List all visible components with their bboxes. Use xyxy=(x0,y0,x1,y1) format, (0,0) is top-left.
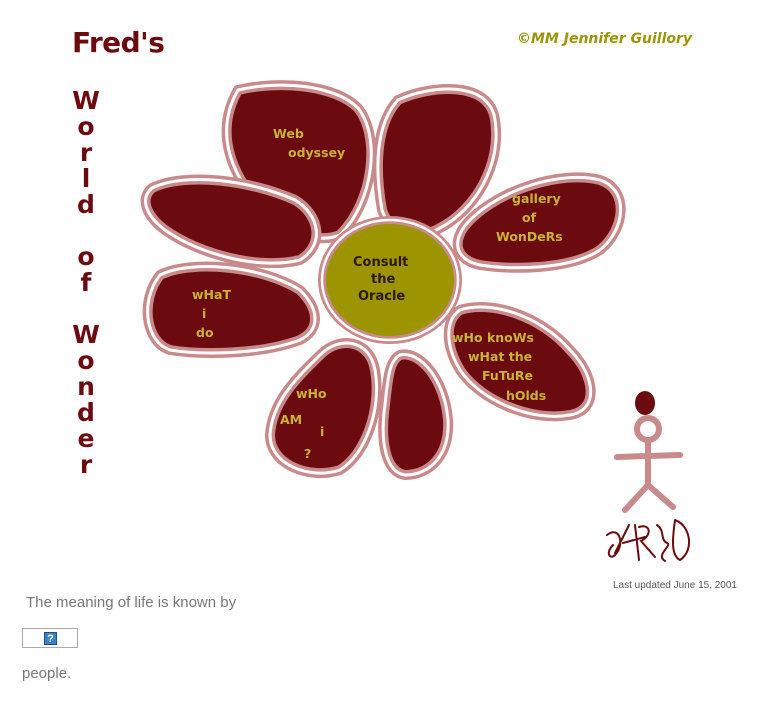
petal-label-what: do xyxy=(196,325,214,340)
vertical-letter: W xyxy=(72,86,100,115)
fred-signature xyxy=(606,519,690,562)
petal-label-web: Web xyxy=(273,126,304,141)
petal-label-gallery: of xyxy=(522,210,537,225)
petal-who-knows-future[interactable]: wHo knoWs wHat the FuTuRe hOlds xyxy=(443,302,596,422)
vertical-gap xyxy=(70,218,102,244)
vertical-title: W o r l d o f W o n d e r xyxy=(70,88,102,478)
vertical-letter: o xyxy=(77,112,95,141)
vertical-letter: r xyxy=(79,450,93,479)
vertical-letter: e xyxy=(77,424,95,453)
vertical-letter: r xyxy=(79,138,93,167)
petal-label-what: wHaT xyxy=(192,287,231,302)
vertical-letter: o xyxy=(77,346,95,375)
petal-label-who: AM xyxy=(280,412,302,427)
petal-label-gallery: gallery xyxy=(512,191,561,206)
vertical-letter: l xyxy=(81,164,91,193)
petal-label-future: wHo knoWs xyxy=(452,330,534,345)
meaning-of-life-text: The meaning of life is known by xyxy=(26,594,237,611)
petal-label-future: wHat the xyxy=(468,349,532,364)
vertical-gap xyxy=(70,296,102,322)
people-text: people. xyxy=(22,665,72,682)
petal-label-web: odyssey xyxy=(288,145,345,160)
petal-label-future: hOlds xyxy=(506,388,546,403)
last-updated: Last updated June 15, 2001 xyxy=(613,580,737,591)
center-consult-oracle[interactable]: Consult the Oracle xyxy=(318,216,462,344)
broken-image-icon: ? xyxy=(44,632,57,645)
center-label: the xyxy=(371,272,395,287)
vertical-letter: n xyxy=(77,372,95,401)
petal-label-who: ? xyxy=(304,446,311,461)
petal-label-who: i xyxy=(320,424,324,439)
petal-label-what: i xyxy=(202,306,206,321)
petal-bottom[interactable] xyxy=(378,349,454,481)
vertical-letter: f xyxy=(80,268,92,297)
visitor-counter: ? xyxy=(22,628,78,648)
petal-what-i-do[interactable]: wHaT i do xyxy=(142,261,320,358)
page-title: Fred's xyxy=(72,26,165,59)
flower-image-map: Web odyssey gallery of WonDeRs wHaT i do… xyxy=(140,80,626,481)
petal-label-gallery: WonDeRs xyxy=(496,229,563,244)
stick-figure-icon xyxy=(614,391,683,513)
petal-label-who: wHo xyxy=(296,386,327,401)
stick-figure-signature xyxy=(606,391,690,562)
vertical-letter: W xyxy=(72,320,100,349)
center-label: Oracle xyxy=(358,289,405,304)
center-label: Consult xyxy=(353,255,408,270)
vertical-letter: d xyxy=(77,190,95,219)
vertical-letter: d xyxy=(77,398,95,427)
petal-who-am-i[interactable]: wHo AM i ? xyxy=(264,338,382,479)
vertical-letter: o xyxy=(77,242,95,271)
petal-label-future: FuTuRe xyxy=(482,368,533,383)
copyright-notice: ©MM Jennifer Guillory xyxy=(517,31,693,47)
